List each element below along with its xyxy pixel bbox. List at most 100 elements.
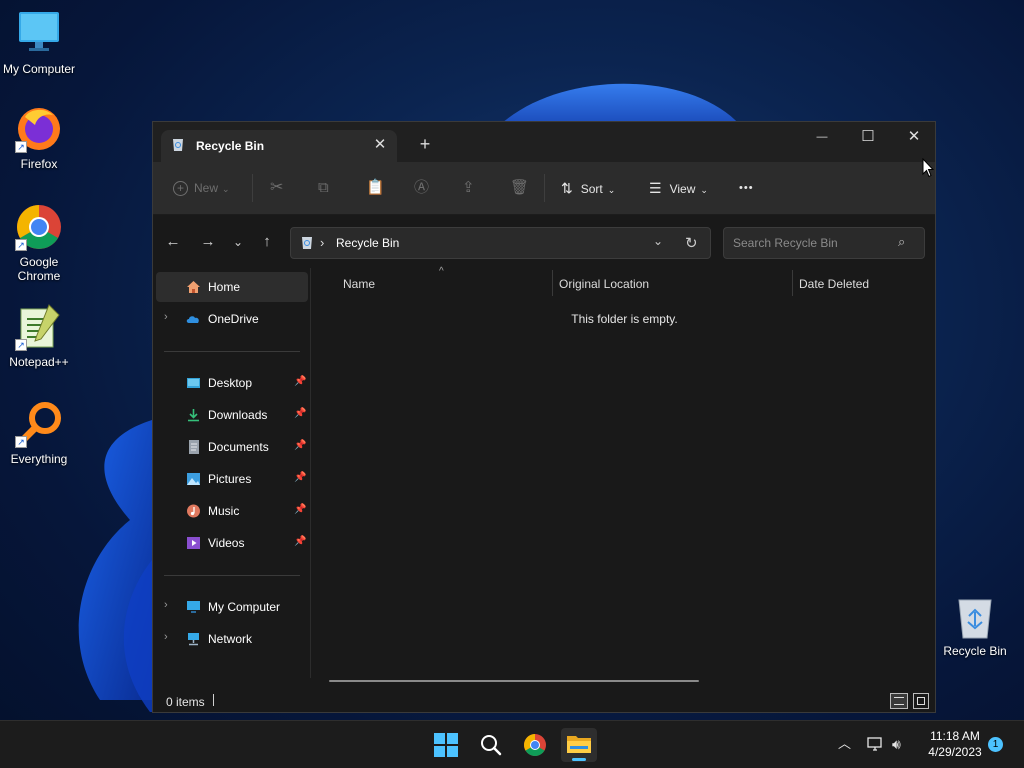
forward-arrow-icon[interactable]: → (196, 230, 220, 254)
clock[interactable]: 11:18 AM 4/29/2023 (920, 728, 990, 760)
column-header-date-deleted[interactable]: Date Deleted (799, 277, 869, 291)
close-button[interactable]: ✕ (891, 124, 935, 150)
tab-title: Recycle Bin (196, 139, 265, 153)
recycle-bin-icon (302, 237, 312, 249)
sidebar-item-videos[interactable]: Videos 📌 (156, 528, 308, 558)
notification-badge[interactable]: 1 (988, 737, 1003, 752)
sidebar-item-pictures[interactable]: Pictures 📌 (156, 464, 308, 494)
pin-icon[interactable]: 📌 (294, 376, 306, 387)
column-header-name[interactable]: Name (343, 277, 375, 291)
delete-icon[interactable]: 🗑 (510, 176, 529, 200)
volume-icon[interactable]: 🔊︎ (892, 735, 901, 753)
taskbar-file-explorer-button[interactable] (561, 728, 597, 762)
pin-icon[interactable]: 📌 (294, 472, 306, 483)
address-row: ← → ⌄ ↑ › Recycle Bin ⌄ ↻ Search Recycle… (153, 216, 935, 268)
desktop-icon-recycle-bin[interactable]: Recycle Bin (940, 596, 1010, 658)
computer-monitor-icon (187, 601, 200, 613)
maximize-button[interactable]: ☐ (845, 124, 891, 150)
active-app-indicator (572, 758, 586, 761)
sidebar-item-home[interactable]: Home (156, 272, 308, 302)
column-divider[interactable] (792, 270, 793, 296)
sidebar-item-label: Videos (208, 536, 245, 550)
toolbar-divider (252, 174, 253, 202)
details-view-icon[interactable] (890, 693, 908, 709)
sidebar-item-label: Desktop (208, 376, 253, 390)
show-hidden-icons-chevron-icon[interactable]: ︿ (838, 735, 851, 753)
sort-label: Sort (580, 182, 603, 196)
back-arrow-icon[interactable]: ← (161, 230, 185, 254)
computer-monitor-icon (15, 10, 63, 58)
column-divider[interactable] (552, 270, 553, 296)
sidebar-item-music[interactable]: Music 📌 (156, 496, 308, 526)
up-arrow-icon[interactable]: ↑ (255, 230, 279, 254)
new-tab-button[interactable]: + (415, 134, 435, 154)
tab-recycle-bin[interactable]: Recycle Bin ✕ (161, 130, 397, 162)
address-bar[interactable]: › Recycle Bin ⌄ ↻ (290, 227, 711, 259)
search-box[interactable]: Search Recycle Bin ⌕ (723, 227, 925, 259)
minimize-button[interactable]: — (799, 124, 845, 150)
sort-button[interactable]: ⇅ Sort ⌄ (561, 176, 615, 200)
sidebar-item-documents[interactable]: Documents 📌 (156, 432, 308, 462)
pictures-icon (187, 473, 200, 485)
chevron-right-icon[interactable]: › (164, 311, 168, 323)
start-button[interactable] (428, 728, 464, 762)
sidebar-item-downloads[interactable]: Downloads 📌 (156, 400, 308, 430)
chevron-down-icon: ⌄ (222, 184, 230, 194)
search-icon[interactable]: ⌕ (898, 234, 905, 250)
recent-locations-chevron-icon[interactable]: ⌄ (226, 230, 250, 254)
chevron-right-icon[interactable]: › (164, 599, 168, 611)
file-explorer-window: Recycle Bin ✕ + — ☐ ✕ + New ⌄ ✂ ⧉ 📋 Ⓐ ⇪ 🗑 … (152, 121, 936, 713)
desktop-icon-everything[interactable]: ↗ Everything (0, 400, 78, 466)
chevron-right-icon[interactable]: › (164, 631, 168, 643)
paste-icon[interactable]: 📋 (366, 176, 385, 200)
pin-icon[interactable]: 📌 (294, 504, 306, 515)
refresh-icon[interactable]: ↻ (685, 234, 698, 252)
large-icons-view-icon[interactable] (913, 693, 929, 709)
new-button[interactable]: + New ⌄ (173, 176, 230, 200)
sidebar-item-label: Pictures (208, 472, 252, 486)
breadcrumb-location[interactable]: Recycle Bin (336, 236, 399, 250)
pin-icon[interactable]: 📌 (294, 440, 306, 451)
column-header-original-location[interactable]: Original Location (559, 277, 649, 291)
search-icon (481, 735, 502, 756)
status-divider (213, 694, 214, 706)
taskbar-search-button[interactable] (473, 728, 509, 762)
more-options-icon[interactable]: ••• (739, 176, 754, 200)
desktop-icon-label: Everything (10, 452, 68, 466)
network-status-icon[interactable] (867, 736, 885, 752)
taskbar-chrome-button[interactable] (517, 728, 553, 762)
music-icon (187, 504, 200, 518)
chevron-down-icon: ⌄ (607, 185, 616, 195)
new-plus-icon: + (173, 181, 188, 197)
sidebar-item-network[interactable]: › Network (156, 624, 308, 654)
mouse-cursor-icon (922, 158, 934, 178)
sidebar-item-my-computer[interactable]: › My Computer (156, 592, 308, 622)
videos-icon (187, 537, 200, 549)
desktop-icon-chrome[interactable]: ↗ Google Chrome (0, 203, 78, 283)
tab-close-icon[interactable]: ✕ (371, 136, 389, 154)
status-bar: 0 items (153, 682, 935, 712)
desktop-icon-my-computer[interactable]: My Computer (0, 10, 78, 76)
share-icon[interactable]: ⇪ (462, 176, 475, 200)
desktop-icon-notepadpp[interactable]: ↗ Notepad++ (0, 303, 78, 369)
clock-date: 4/29/2023 (928, 745, 982, 759)
sort-ascending-indicator-icon: ^ (439, 266, 444, 277)
view-label: View (669, 182, 696, 196)
sidebar-item-onedrive[interactable]: › OneDrive (156, 304, 308, 334)
desktop-icon-firefox[interactable]: ↗ Firefox (0, 105, 78, 171)
sidebar-item-label: My Computer (208, 600, 281, 614)
breadcrumb-separator-icon[interactable]: › (320, 235, 324, 250)
navigation-pane: Home › OneDrive Desktop 📌 Downloads 📌 Do… (153, 268, 311, 678)
pin-icon[interactable]: 📌 (294, 536, 306, 547)
pin-icon[interactable]: 📌 (294, 408, 306, 419)
view-button[interactable]: ☰ View ⌄ (649, 176, 708, 200)
copy-icon[interactable]: ⧉ (318, 176, 329, 200)
file-explorer-icon (567, 736, 591, 753)
address-dropdown-chevron-icon[interactable]: ⌄ (653, 234, 663, 248)
rename-icon[interactable]: Ⓐ (414, 176, 429, 200)
sidebar-item-desktop[interactable]: Desktop 📌 (156, 368, 308, 398)
taskbar: ︿ 🔊︎ 11:18 AM 4/29/2023 1 (0, 720, 1024, 768)
cut-icon[interactable]: ✂ (270, 176, 283, 200)
recycle-bin-icon (173, 139, 183, 151)
file-list: ^ Name Original Location Date Deleted Th… (312, 266, 935, 682)
